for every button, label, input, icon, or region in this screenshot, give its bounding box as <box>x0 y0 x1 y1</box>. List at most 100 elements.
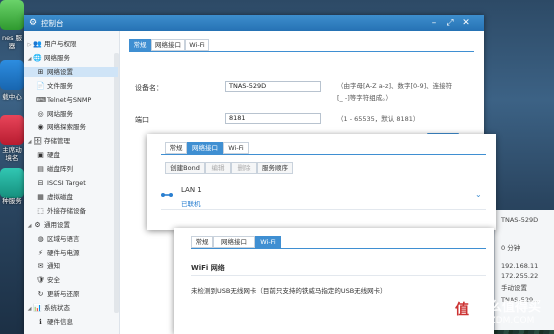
sidebar-group[interactable]: ◢ 🌐 网络服务 <box>24 53 70 63</box>
minimize-icon[interactable]: – <box>428 17 440 29</box>
device-name-hint: [_ -]等字符组成。） <box>337 94 392 102</box>
close-icon[interactable]: ✕ <box>460 17 472 29</box>
wifi-panel: 常规 网络接口 Wi-Fi WiFi 网络 未检测到USB无线网卡（目前只支持的… <box>174 228 494 334</box>
tab-wifi[interactable]: Wi-Fi <box>223 142 249 154</box>
sidebar-item[interactable]: ▦ 虚拟磁盘 <box>24 192 73 202</box>
port-label: 端口 <box>135 116 149 124</box>
desktop-app-icon[interactable] <box>0 0 24 30</box>
sidebar-item-icon: ℹ <box>39 318 42 326</box>
sidebar-item[interactable]: ⬚ 外接存储设备 <box>24 206 86 216</box>
tab-general[interactable]: 常规 <box>129 39 151 51</box>
sidebar-item-label: 虚拟磁盘 <box>47 192 73 201</box>
caret-down-icon[interactable]: ◢ <box>26 304 33 314</box>
sidebar-item-label: 网络探索服务 <box>47 123 86 132</box>
desktop-label: 种服务 <box>2 197 22 205</box>
sidebar-item-label: 文件服务 <box>47 81 73 90</box>
side-text: TNAS-529D <box>501 216 539 224</box>
sidebar-item[interactable]: ⊞ 网络设置 <box>24 66 118 77</box>
chevron-down-icon[interactable]: ⌄ <box>475 190 482 199</box>
sidebar-group[interactable]: ◢ ⚙ 通用设置 <box>24 220 70 230</box>
sidebar-item-icon: 🌐 <box>33 53 42 62</box>
caret-down-icon[interactable]: ◢ <box>26 137 33 147</box>
side-text: 手动设置 <box>501 284 527 292</box>
divider <box>191 275 486 276</box>
sidebar-item[interactable]: ▣ 硬盘 <box>24 150 60 160</box>
sidebar-item-icon: ▤ <box>37 165 44 174</box>
watermark-url: SMZDM.COM <box>476 316 535 326</box>
sidebar-item-icon: ⚙ <box>34 220 41 229</box>
sidebar-item-icon: 📊 <box>33 304 42 313</box>
sidebar-item[interactable]: ◉ 网络探索服务 <box>24 122 86 132</box>
sidebar-item-label: 外接存储设备 <box>47 206 86 215</box>
tab-general[interactable]: 常规 <box>191 236 213 248</box>
sidebar-item[interactable]: ◎ 网站服务 <box>24 109 73 119</box>
caret-down-icon[interactable]: ◢ <box>26 54 33 64</box>
tab-network-interface[interactable]: 网络接口 <box>151 39 185 51</box>
sidebar-item[interactable]: ◍ 区域与语言 <box>24 234 80 244</box>
device-name-hint: （由字母[A-Z a-z]、数字[0-9]、连接符 <box>337 82 453 90</box>
service-order-button[interactable]: 服务顺序 <box>257 162 293 174</box>
side-text: 0 分钟 <box>501 244 521 252</box>
sidebar-item-label: 区域与语言 <box>47 234 80 243</box>
edit-button[interactable]: 编辑 <box>205 162 231 174</box>
side-text: 172.255.22 <box>501 272 539 280</box>
sidebar-item[interactable]: ▤ 磁盘阵列 <box>24 164 73 174</box>
sidebar-item-label: ISCSI Target <box>47 179 86 187</box>
sidebar-item-icon: ◉ <box>37 123 44 132</box>
sidebar-item[interactable]: ✉ 通知 <box>24 261 60 271</box>
sidebar-item-label: 通知 <box>47 262 60 271</box>
sidebar-item-icon: 👥 <box>33 40 42 48</box>
sidebar-item[interactable]: 📄 文件服务 <box>24 81 73 91</box>
port-hint: （1 - 65535，默认 8181） <box>337 115 420 123</box>
sidebar-item[interactable]: ⌨Telnet与SNMP <box>24 95 91 105</box>
desktop-icon-strip: nes 服 器 载中心 主席动 境名 种服务 <box>0 0 24 334</box>
gear-icon: ⚙ <box>29 18 38 28</box>
watermark-logo-icon: 值 <box>450 298 474 322</box>
sidebar-item-label: 硬盘 <box>47 151 60 160</box>
sidebar-item[interactable]: ℹ 硬件信息 <box>24 317 73 327</box>
caret-right-icon[interactable]: ▷ <box>26 40 33 50</box>
tab-network-interface[interactable]: 网络接口 <box>187 142 223 154</box>
sidebar-item-icon: ◍ <box>37 234 44 243</box>
sidebar-item-label: 系统状态 <box>44 304 70 313</box>
title-bar[interactable]: ⚙ 控制台 – ⤢ ✕ <box>24 15 484 31</box>
sidebar-group[interactable]: ▷ 👥 用户与权限 <box>24 39 77 49</box>
sidebar-item[interactable]: ↻ 更新与还原 <box>24 289 80 299</box>
sidebar-item-icon: ◎ <box>37 109 44 118</box>
sidebar-item-label: 网站服务 <box>47 109 73 118</box>
device-name-field[interactable]: TNAS-529D <box>225 81 321 92</box>
delete-button[interactable]: 删除 <box>231 162 257 174</box>
sidebar-item-icon: ⚡ <box>38 248 43 257</box>
tab-network-interface[interactable]: 网络接口 <box>213 236 255 248</box>
desktop-label: 主席动 境名 <box>2 146 22 162</box>
network-link-icon <box>161 193 173 197</box>
sidebar-item-label: 硬件信息 <box>47 318 73 326</box>
download-center-icon[interactable] <box>0 60 24 90</box>
sidebar-scrollbar[interactable] <box>114 53 119 313</box>
tab-general[interactable]: 常规 <box>165 142 187 154</box>
sidebar-item-label: 网络服务 <box>44 53 70 62</box>
caret-down-icon[interactable]: ◢ <box>26 221 33 231</box>
sidebar-item-label: 用户与权限 <box>44 40 77 48</box>
sidebar-group[interactable]: ◢ 🗄 存储管理 <box>24 136 70 146</box>
sidebar-item[interactable]: 🛡 安全 <box>24 275 60 285</box>
sidebar-item-icon: ⊞ <box>37 67 44 76</box>
port-field[interactable]: 8181 <box>225 113 321 124</box>
lan-interface-row[interactable]: LAN 1 已联机 ⌄ <box>161 182 486 210</box>
tab-wifi[interactable]: Wi-Fi <box>185 39 209 51</box>
desktop-app-icon[interactable] <box>0 115 24 145</box>
window-title: 控制台 <box>41 19 64 28</box>
sidebar-item-icon: 🛡 <box>36 276 45 285</box>
sidebar-item[interactable]: ⚡ 硬件与电源 <box>24 248 80 258</box>
maximize-icon[interactable]: ⤢ <box>444 17 456 29</box>
sidebar-item-icon: ⌨ <box>36 95 47 104</box>
watermark: 值 什么值得买 SMZDM.COM <box>450 296 554 334</box>
sidebar-item[interactable]: ⊟ ISCSI Target <box>24 178 86 188</box>
sidebar-item-icon: 🗄 <box>33 137 42 146</box>
create-bond-button[interactable]: 创建Bond <box>165 162 205 174</box>
sidebar-item-label: 硬件与电源 <box>47 248 80 257</box>
desktop-app-icon[interactable] <box>0 168 24 198</box>
sidebar-group[interactable]: ◢ 📊 系统状态 <box>24 303 70 313</box>
device-name-label: 设备名： <box>135 84 163 92</box>
tab-wifi[interactable]: Wi-Fi <box>255 236 281 248</box>
